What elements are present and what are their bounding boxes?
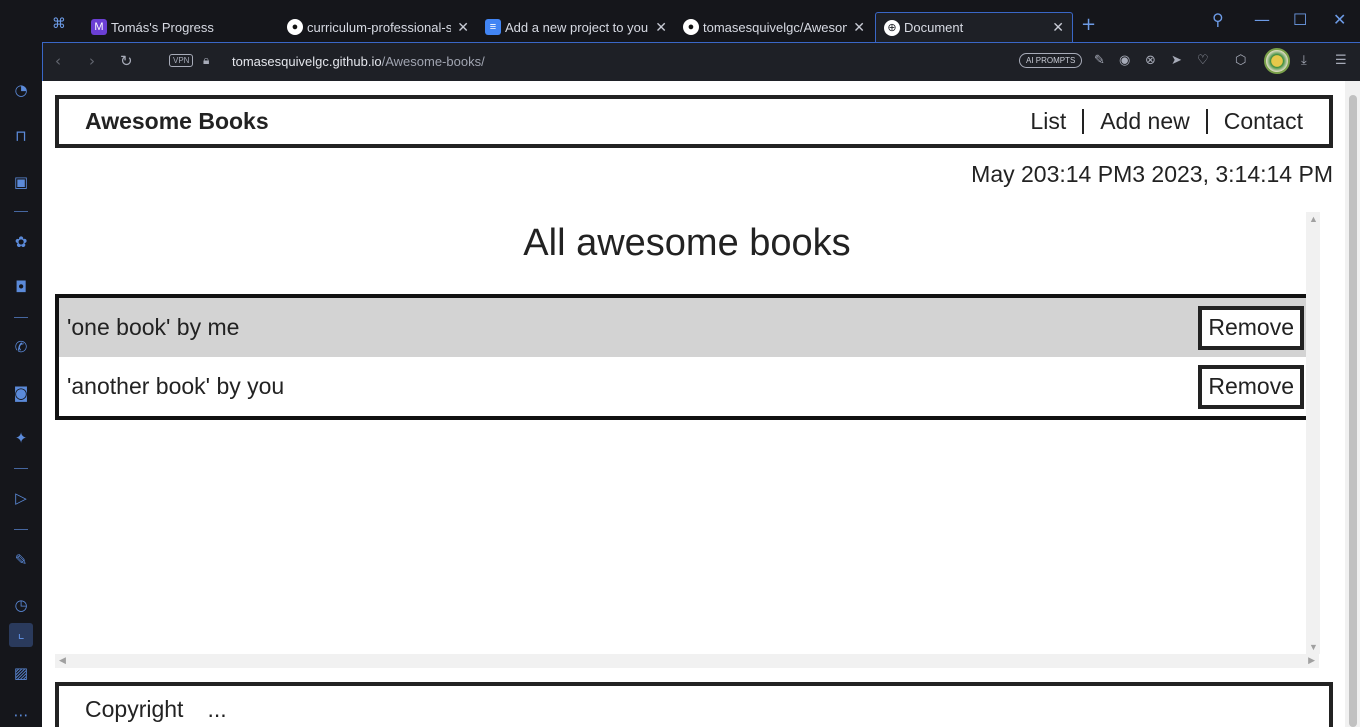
pinboard-icon[interactable]: ✎ <box>11 550 31 570</box>
close-tab-icon[interactable]: ✕ <box>655 19 667 36</box>
nav-list-link[interactable]: List <box>1014 109 1082 134</box>
footer-ellipsis: ... <box>207 696 227 722</box>
page-vertical-scrollbar[interactable] <box>1345 81 1360 727</box>
github-icon: ● <box>287 19 303 35</box>
send-icon[interactable]: ➤ <box>1171 53 1182 68</box>
inner-horizontal-scrollbar[interactable]: ◀ ▶ <box>55 654 1319 668</box>
maximize-icon[interactable]: ☐ <box>1293 10 1307 29</box>
tab-bar: ⌘ M Tomás's Progress ● curriculum-profes… <box>0 0 1360 42</box>
current-date: May 203:14 PM3 2023, 3:14:14 PM <box>971 161 1333 187</box>
sidebar-divider <box>14 211 28 212</box>
site-nav: List Add new Contact <box>1014 109 1303 134</box>
close-tab-icon[interactable]: ✕ <box>1052 19 1064 36</box>
scroll-up-icon[interactable]: ▲ <box>1309 214 1318 224</box>
scroll-down-icon[interactable]: ▼ <box>1309 642 1318 652</box>
document-icon: ≡ <box>485 19 501 35</box>
books-section: All awesome books 'one book' by me Remov… <box>55 212 1319 654</box>
site-footer: Copyright... <box>55 682 1333 727</box>
remove-button[interactable]: Remove <box>1198 364 1304 409</box>
new-tab-icon[interactable]: + <box>1081 14 1096 35</box>
page-viewport: Awesome Books List Add new Contact May 2… <box>42 81 1360 727</box>
nav-contact-link[interactable]: Contact <box>1205 109 1303 134</box>
vpn-badge[interactable]: VPN <box>169 54 194 67</box>
player-icon[interactable]: ▷ <box>11 488 31 508</box>
gallery-icon[interactable]: ▨ <box>11 663 31 683</box>
twitter-icon[interactable]: ✦ <box>11 428 31 448</box>
speed-dial-icon[interactable]: ◔ <box>11 80 31 100</box>
sidebar-divider <box>14 529 28 530</box>
workspaces-icon[interactable]: ⌘ <box>52 16 66 32</box>
microverse-icon: M <box>91 19 107 35</box>
book-row: 'another book' by you Remove <box>59 357 1314 416</box>
ai-prompts-button[interactable]: AI PROMPTS <box>1019 53 1083 68</box>
tab-github-repo[interactable]: ● tomasesquivelgc/Awesome ✕ <box>675 12 873 42</box>
history-icon[interactable]: ◷ <box>11 595 31 615</box>
minimize-icon[interactable]: — <box>1254 10 1270 29</box>
book-title: 'another book' by you <box>67 373 285 399</box>
chatsonic-icon[interactable]: ◘ <box>11 277 31 297</box>
menu-icon[interactable]: ☰ <box>1335 53 1347 68</box>
tab-curriculum[interactable]: ● curriculum-professional-ski ✕ <box>279 12 477 42</box>
sidebar-divider <box>14 468 28 469</box>
close-tab-icon[interactable]: ✕ <box>853 19 865 36</box>
heart-icon[interactable]: ♡ <box>1197 53 1209 68</box>
url-path: /Awesome-books/ <box>381 54 485 69</box>
whatsapp-icon[interactable]: ✆ <box>11 337 31 357</box>
close-window-icon[interactable]: ✕ <box>1333 10 1346 29</box>
site-header: Awesome Books List Add new Contact <box>55 95 1333 148</box>
scroll-right-icon[interactable]: ▶ <box>1308 655 1315 666</box>
book-title: 'one book' by me <box>67 314 240 340</box>
avatar[interactable] <box>1264 48 1290 74</box>
search-tabs-icon[interactable]: ⚲ <box>1212 10 1224 29</box>
url-host: tomasesquivelgc.github.io <box>232 54 382 69</box>
reload-icon[interactable]: ↻ <box>120 52 133 70</box>
copyright-text: Copyright <box>85 696 184 722</box>
globe-icon: ⊕ <box>884 19 900 36</box>
terminal-icon[interactable]: ⌞ <box>9 623 33 647</box>
tab-progress[interactable]: M Tomás's Progress <box>83 12 279 42</box>
book-row: 'one book' by me Remove <box>59 298 1314 357</box>
camera-icon[interactable]: ◉ <box>1119 53 1130 68</box>
books-list: 'one book' by me Remove 'another book' b… <box>55 294 1318 420</box>
scrollbar-thumb[interactable] <box>1349 95 1357 727</box>
scroll-left-icon[interactable]: ◀ <box>59 655 66 666</box>
close-tab-icon[interactable]: ✕ <box>457 19 469 36</box>
chatgpt-icon[interactable]: ✿ <box>11 232 31 252</box>
edit-icon[interactable]: ✎ <box>1094 53 1105 68</box>
remove-button[interactable]: Remove <box>1198 305 1304 350</box>
basket-icon[interactable]: ⊓ <box>11 126 31 146</box>
github-icon: ● <box>683 19 699 35</box>
more-icon[interactable]: ⋯ <box>11 705 31 725</box>
site-brand: Awesome Books <box>85 108 269 134</box>
adblock-icon[interactable]: ⊗ <box>1145 53 1156 68</box>
inner-vertical-scrollbar[interactable]: ▲ ▼ <box>1306 212 1320 654</box>
extensions-icon[interactable]: ▣ <box>11 172 31 192</box>
section-title: All awesome books <box>523 222 851 264</box>
tab-add-project[interactable]: ≡ Add a new project to your p ✕ <box>477 12 675 42</box>
url-field[interactable]: tomasesquivelgc.github.io/Awesome-books/ <box>232 54 485 69</box>
address-bar: ‹ › ↻ VPN 🔒︎ tomasesquivelgc.github.io/A… <box>42 42 1360 81</box>
instagram-icon[interactable]: ◙ <box>11 383 31 403</box>
back-icon[interactable]: ‹ <box>55 52 61 70</box>
lock-icon[interactable]: 🔒︎ <box>203 53 209 68</box>
download-icon[interactable]: ⤓ <box>1301 53 1307 68</box>
sidebar-divider <box>14 317 28 318</box>
forward-icon[interactable]: › <box>89 52 95 70</box>
nav-add-new-link[interactable]: Add new <box>1082 109 1206 134</box>
tab-document[interactable]: ⊕ Document ✕ <box>875 12 1073 42</box>
browser-sidebar: ◯ ◔ ⊓ ▣ ✿ ◘ ✆ ◙ ✦ ▷ ✎ ◷ ⌞ ▨ ⋯ <box>0 0 42 727</box>
cube-icon[interactable]: ⬡ <box>1235 53 1246 68</box>
